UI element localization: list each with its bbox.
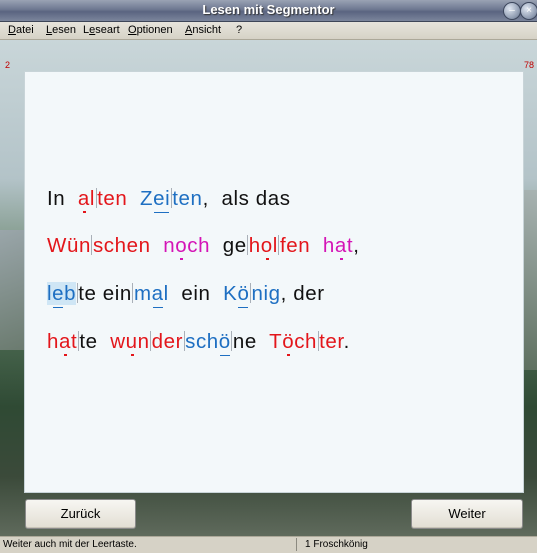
text-line-1: In alten Zeiten, als das: [47, 187, 291, 210]
close-icon[interactable]: ×: [520, 2, 537, 20]
menu-lesen[interactable]: Lesen: [46, 24, 76, 36]
menu-ansicht[interactable]: Ansicht: [185, 24, 221, 36]
menu-optionen[interactable]: Optionen: [128, 24, 173, 36]
menu-bar: Datei Lesen Leseart Optionen Ansicht ?: [0, 22, 537, 40]
back-button[interactable]: Zurück: [25, 499, 136, 529]
minimize-icon[interactable]: –: [503, 2, 521, 20]
menu-leseart[interactable]: Leseart: [83, 24, 120, 36]
text-line-2: Wünschen noch geholfen hat,: [47, 234, 360, 257]
reading-panel: In alten Zeiten, als das Wünschen noch g…: [24, 71, 524, 493]
menu-datei[interactable]: Datei: [8, 24, 34, 36]
status-story: 1 Froschkönig: [305, 539, 368, 550]
counter-right: 78: [524, 60, 535, 70]
window-title: Lesen mit Segmentor: [202, 2, 335, 17]
text-line-4: hatte wunderschöne Töchter.: [47, 330, 350, 353]
counter-left: 2: [5, 60, 11, 70]
status-hint: Weiter auch mit der Leertaste.: [3, 539, 137, 550]
title-bar[interactable]: Lesen mit Segmentor – ×: [0, 0, 537, 22]
text-line-3: lebte einmal ein König, der: [47, 282, 325, 305]
status-divider: [296, 538, 297, 551]
menu-help[interactable]: ?: [236, 24, 242, 36]
status-bar: Weiter auch mit der Leertaste. 1 Froschk…: [0, 536, 537, 553]
next-button[interactable]: Weiter: [411, 499, 523, 529]
